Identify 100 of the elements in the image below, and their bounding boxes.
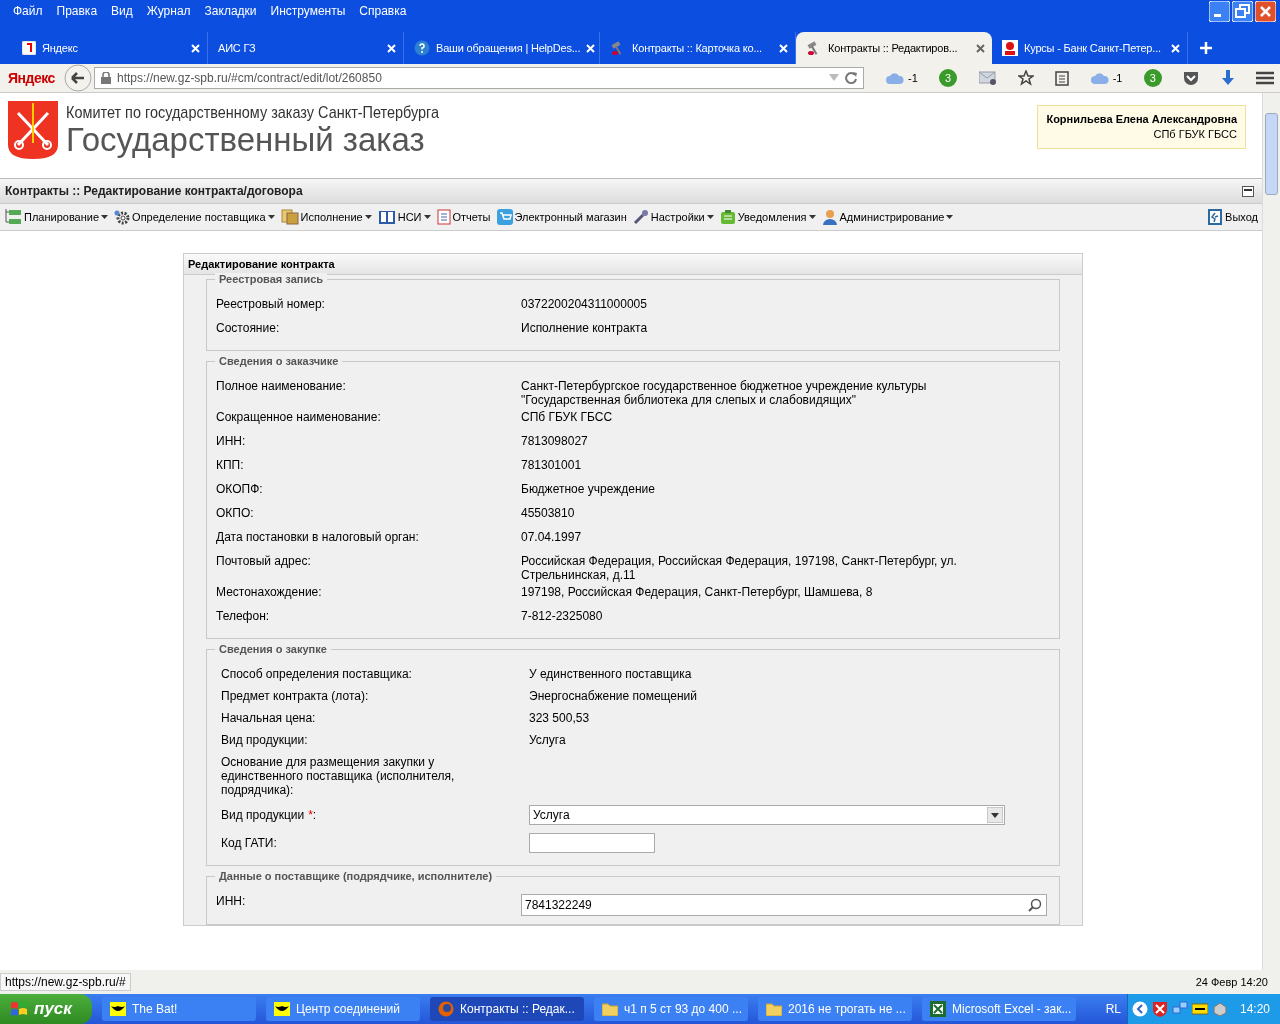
expand-tray-icon[interactable] [1131,1001,1148,1017]
close-button[interactable] [1255,0,1276,22]
lock-icon [101,72,111,84]
required-mark: * [308,808,313,822]
reload-icon[interactable] [845,72,857,84]
extension-badge[interactable]: 3 [939,69,958,87]
search-field[interactable]: 7841322249 [521,894,1047,916]
folder-icon [766,1002,782,1016]
menu-item[interactable]: Инструменты [263,4,353,18]
taskbar-button[interactable]: The Bat! [102,997,256,1021]
menu-item[interactable]: Администрирование [821,209,954,225]
start-button[interactable]: пуск [0,994,92,1024]
extension-badge[interactable]: 3 [1143,69,1162,87]
menu-item[interactable]: Планирование [4,209,109,225]
field-label: Дата постановки в налоговый орган: [216,530,420,544]
badge-count: -1 [1112,72,1123,84]
search-icon[interactable] [1028,898,1042,912]
cart-icon [496,209,513,225]
field-label: Начальная цена: [221,711,317,725]
bat-icon [110,1002,126,1016]
user-name: Корнильева Елена Александровна [1046,112,1237,127]
field-label: Основание для размещения закупки у единственного поставщика (исполнителя, подрядчика): [221,755,456,799]
section-title: Сведения о заказчике [215,355,343,367]
field-value: Исполнение контракта [521,321,649,335]
field-value: Санкт-Петербургское государственное бюджетное учреждение культуры "Государственная библиотека для слепых и слабовидящих" [521,379,928,407]
clock: 14:20 [1239,1002,1270,1016]
language-indicator[interactable]: RL [1105,1002,1121,1016]
field-label: : [312,808,317,822]
pocket-icon[interactable] [1183,70,1200,86]
download-icon[interactable] [1220,70,1235,86]
menu-item[interactable]: Исполнение [280,209,372,225]
menu-item[interactable]: Правка [49,4,105,18]
dropdown-arrow-icon[interactable] [987,807,1003,823]
menu-item[interactable]: Файл [6,4,50,18]
field-label: ОКОПФ: [216,482,264,496]
field-label: Способ определения поставщика: [221,667,413,681]
field-label: КПП: [216,458,245,472]
field-label: Вид продукции: [221,733,309,747]
menu-item[interactable]: Отчеты [436,209,491,225]
field-value: 7813098027 [521,434,589,448]
dropdown-field[interactable]: Услуга [529,805,1005,825]
taskbar-button[interactable]: Центр соединений [266,997,420,1021]
shield-icon[interactable] [1151,1001,1168,1017]
book-icon [377,209,396,225]
logout-button[interactable]: Выход [1207,208,1258,226]
taskbar-button[interactable]: 2016 не трогать не ... [758,997,912,1021]
field-label: Телефон: [216,609,271,623]
restore-button[interactable] [1232,0,1253,22]
spreadsheet-icon [930,1001,946,1017]
message-icon[interactable] [1191,1002,1208,1016]
taskbar-button[interactable]: Контракты :: Редак... [430,997,584,1021]
field-label: Сокращенное наименование: [216,410,382,424]
address-field[interactable]: https://new.gz-spb.ru/#cm/contract/edit/lot/260850 [94,67,864,89]
back-button[interactable] [64,64,92,92]
documents-icon [280,209,299,225]
field-value: Бюджетное учреждение [521,482,656,496]
taskbar-button[interactable]: Microsoft Excel - зак... [922,997,1076,1021]
maximize-icon[interactable] [1242,185,1254,197]
field-value: 197198, Российская Федерация, Санкт-Петербург, Шамшева, 8 [521,585,874,599]
field-value: 07.04.1997 [521,530,583,544]
clipboard-icon[interactable] [1055,70,1070,86]
gear-icon [114,209,131,225]
help-icon [414,40,430,56]
menu-item[interactable]: Уведомления [719,209,816,225]
field-label: ОКПО: [216,506,255,520]
mail-icon[interactable] [978,71,997,85]
folder-icon [602,1002,618,1016]
menu-item[interactable]: Закладки [197,4,264,18]
field-value: Услуга [529,733,566,747]
report-icon [436,209,451,225]
panel-title: Контракты :: Редактирование контракта/договора [5,184,303,198]
organization-name: Комитет по государственному заказу Санкт-Петербурга [66,103,441,123]
menu-item[interactable]: Настройки [632,209,714,225]
field-label: Местонахождение: [216,585,323,599]
text-field[interactable] [529,833,655,853]
field-value: 323 500,53 [529,711,590,725]
new-tab-icon[interactable] [1200,42,1212,54]
field-value: 45503810 [521,506,576,520]
menu-item[interactable]: НСИ [377,209,431,225]
section-title: Данные о поставщике (подрядчике, исполнителе) [215,870,497,882]
browser-tab[interactable]: Контракты :: Редактиров... [796,32,992,64]
minimize-button[interactable] [1209,0,1230,22]
menu-item[interactable]: Электронный магазин [496,209,627,225]
field-value: 781301001 [521,458,583,472]
field-label: ИНН: [216,434,247,448]
menu-icon[interactable] [1255,71,1274,85]
menu-item[interactable]: Определение поставщика [114,209,275,225]
section-title: Сведения о закупке [215,643,331,655]
menu-item[interactable]: Справка [352,4,414,18]
browser-icon [438,1001,454,1017]
taskbar-button[interactable]: ч1 п 5 ст 93 до 400 ... [594,997,748,1021]
badge-count: -1 [908,72,918,84]
field-value: Российская Федерация, Российская Федерация, 197198, Санкт-Петербург, ул. Стрельнинская, д.11 [521,554,958,582]
scrollbar[interactable] [1262,93,1280,970]
coat-of-arms-icon [8,101,58,159]
field-value: Энергоснабжение помещений [529,689,697,703]
star-icon[interactable] [1017,70,1034,86]
close-icon[interactable] [976,43,985,53]
menu-item[interactable]: Вид [104,4,140,18]
menu-item[interactable]: Журнал [139,4,198,18]
